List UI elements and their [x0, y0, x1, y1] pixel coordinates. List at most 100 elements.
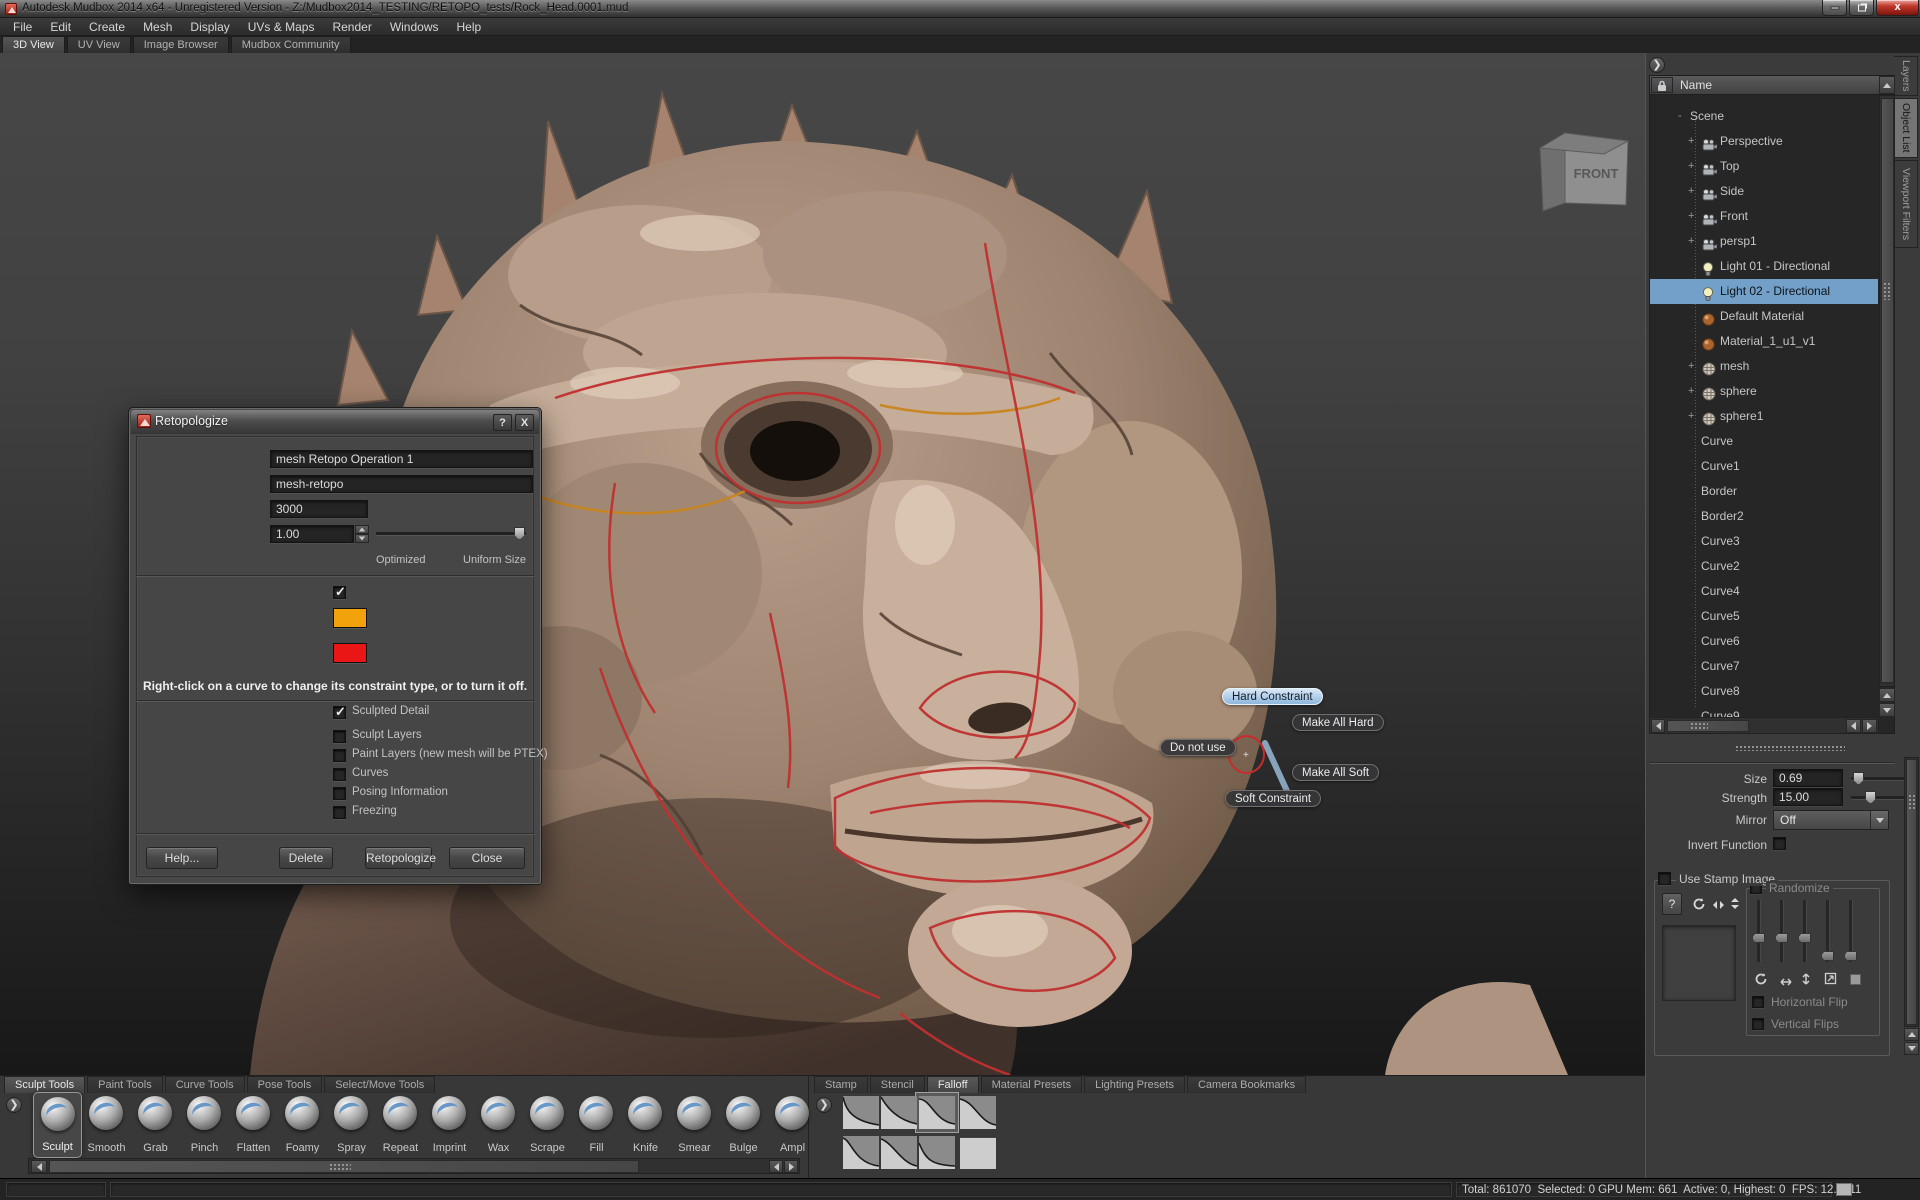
- properties-scrollbar[interactable]: [1904, 757, 1919, 1027]
- size-field[interactable]: 0.69: [1773, 769, 1843, 787]
- side-tab-viewport-filters[interactable]: Viewport Filters: [1894, 160, 1918, 248]
- tree-item-persp1[interactable]: +persp1: [1650, 229, 1878, 254]
- panel-drag-handle[interactable]: [1735, 745, 1845, 751]
- tray-tab-pose-tools[interactable]: Pose Tools: [247, 1076, 323, 1093]
- tool-repeat[interactable]: Repeat: [376, 1092, 425, 1158]
- tool-spray[interactable]: Spray: [327, 1092, 376, 1158]
- tree-item-sphere[interactable]: +sphere: [1650, 379, 1878, 404]
- tool-imprint[interactable]: Imprint: [425, 1092, 474, 1158]
- title-bar[interactable]: Autodesk Mudbox 2014 x64 - Unregistered …: [0, 0, 1920, 18]
- tree-item-light-01-directional[interactable]: Light 01 - Directional: [1650, 254, 1878, 279]
- tool-pinch[interactable]: Pinch: [180, 1092, 229, 1158]
- tree-horizontal-scrollbar[interactable]: [1649, 717, 1879, 734]
- invert-function-checkbox[interactable]: [1773, 837, 1786, 850]
- tray-tab-stamp[interactable]: Stamp: [814, 1076, 868, 1093]
- menu-windows[interactable]: Windows: [381, 18, 448, 36]
- tray-tab-lighting-presets[interactable]: Lighting Presets: [1084, 1076, 1185, 1093]
- face-uniformity-field[interactable]: 1.00: [270, 525, 354, 543]
- use-stamp-image-checkbox[interactable]: [1658, 872, 1671, 885]
- tree-scroll-left-button-2[interactable]: [1846, 719, 1861, 733]
- transfer-checkbox-sculpt-layers[interactable]: [333, 730, 346, 743]
- dialog-title-bar[interactable]: Retopologize ? X: [131, 410, 539, 434]
- tree-item-curve2[interactable]: Curve2: [1650, 554, 1878, 579]
- tool-wax[interactable]: Wax: [474, 1092, 523, 1158]
- tool-smear[interactable]: Smear: [670, 1092, 719, 1158]
- restore-button[interactable]: [1849, 0, 1874, 16]
- tray-tab-curve-tools[interactable]: Curve Tools: [165, 1076, 245, 1093]
- tree-item-light-02-directional[interactable]: Light 02 - Directional: [1650, 279, 1878, 304]
- soft-constraint-swatch[interactable]: [333, 608, 367, 628]
- tool-sculpt[interactable]: Sculpt: [33, 1092, 82, 1158]
- transfer-checkbox-paint-layers-new-mesh-will-be-ptex[interactable]: [333, 749, 346, 762]
- marking-menu-do-not-use[interactable]: Do not use: [1160, 739, 1236, 756]
- properties-scroll-up-button[interactable]: [1904, 1028, 1919, 1041]
- dialog-help-button[interactable]: ?: [493, 414, 512, 431]
- tool-flatten[interactable]: Flatten: [229, 1092, 278, 1158]
- tree-item-default-material[interactable]: Default Material: [1650, 304, 1878, 329]
- randomize-vertical-icon[interactable]: [1801, 971, 1811, 992]
- tray-tab-sculpt-tools[interactable]: Sculpt Tools: [4, 1076, 85, 1093]
- stamp-help-button[interactable]: ?: [1662, 893, 1682, 915]
- tool-ampl[interactable]: Ampl: [768, 1092, 817, 1158]
- transfer-checkbox-freezing[interactable]: [333, 806, 346, 819]
- randomize-scale-icon[interactable]: [1824, 972, 1837, 990]
- menu-help[interactable]: Help: [448, 18, 491, 36]
- face-uniformity-slider[interactable]: [376, 527, 526, 540]
- tree-scroll-down-button[interactable]: [1879, 703, 1895, 717]
- tree-item-perspective[interactable]: +Perspective: [1650, 129, 1878, 154]
- falloff-preset-soft-s[interactable]: [881, 1136, 917, 1174]
- tray-tab-select-move-tools[interactable]: Select/Move Tools: [324, 1076, 435, 1093]
- menu-render[interactable]: Render: [323, 18, 380, 36]
- tool-scroll-left-button[interactable]: [31, 1160, 47, 1173]
- expander-icon[interactable]: +: [1688, 379, 1694, 404]
- marking-menu-soft-constraint[interactable]: Soft Constraint: [1225, 790, 1321, 807]
- menu-edit[interactable]: Edit: [41, 18, 80, 36]
- tree-scroll-up-button-2[interactable]: [1879, 688, 1895, 702]
- side-tab-object-list[interactable]: Object List: [1894, 98, 1918, 158]
- expander-icon[interactable]: +: [1688, 129, 1694, 154]
- randomize-square-icon[interactable]: [1850, 974, 1861, 985]
- tray-tab-material-presets[interactable]: Material Presets: [981, 1076, 1082, 1093]
- retopologize-button[interactable]: Retopologize: [365, 847, 432, 869]
- falloff-preset-smooth-decay[interactable]: [881, 1096, 917, 1134]
- tool-foamy[interactable]: Foamy: [278, 1092, 327, 1158]
- tree-item-front[interactable]: +Front: [1650, 204, 1878, 229]
- lock-button[interactable]: [1651, 77, 1673, 93]
- tree-item-curve8[interactable]: Curve8: [1650, 679, 1878, 704]
- tab-image-browser[interactable]: Image Browser: [133, 36, 229, 53]
- sculpt-tray-expand-button[interactable]: ❯: [6, 1097, 22, 1113]
- mirror-dropdown[interactable]: Off: [1773, 810, 1889, 830]
- help-button[interactable]: Help...: [146, 847, 218, 869]
- face-uniformity-spinner[interactable]: [355, 525, 369, 543]
- falloff-preset-s-curve-wide[interactable]: [960, 1096, 996, 1134]
- menu-mesh[interactable]: Mesh: [134, 18, 181, 36]
- mirror-dropdown-arrow[interactable]: [1870, 811, 1888, 829]
- expander-icon[interactable]: +: [1688, 204, 1694, 229]
- tree-item-top[interactable]: +Top: [1650, 154, 1878, 179]
- transfer-checkbox-curves[interactable]: [333, 768, 346, 781]
- falloff-preset-late-decay[interactable]: [843, 1136, 879, 1174]
- marking-menu-hard-constraint[interactable]: Hard Constraint: [1222, 688, 1323, 705]
- menu-display[interactable]: Display: [181, 18, 238, 36]
- expander-icon[interactable]: +: [1688, 154, 1694, 179]
- falloff-preset-low-plateau[interactable]: [919, 1136, 955, 1174]
- tree-vertical-scrollbar[interactable]: [1879, 95, 1895, 687]
- spinner-down-button[interactable]: [355, 534, 369, 543]
- spinner-up-button[interactable]: [355, 525, 369, 534]
- tool-grab[interactable]: Grab: [131, 1092, 180, 1158]
- tree-item-sphere1[interactable]: +sphere1: [1650, 404, 1878, 429]
- tree-scroll-right-button[interactable]: [1862, 719, 1877, 733]
- side-tab-layers[interactable]: Layers: [1894, 56, 1918, 96]
- randomize-rotate-icon[interactable]: [1754, 972, 1768, 991]
- tool-scroll-right-button[interactable]: [784, 1160, 798, 1173]
- tree-item-curve6[interactable]: Curve6: [1650, 629, 1878, 654]
- close-button[interactable]: x: [1876, 0, 1919, 16]
- tree-item-curve[interactable]: Curve: [1650, 429, 1878, 454]
- tab-mudbox-community[interactable]: Mudbox Community: [231, 36, 351, 53]
- expander-icon[interactable]: +: [1688, 354, 1694, 379]
- tool-scrape[interactable]: Scrape: [523, 1092, 572, 1158]
- tray-tab-camera-bookmarks[interactable]: Camera Bookmarks: [1187, 1076, 1306, 1093]
- tree-item-border2[interactable]: Border2: [1650, 504, 1878, 529]
- view-cube[interactable]: FRONT: [1540, 133, 1628, 211]
- tree-item-curve5[interactable]: Curve5: [1650, 604, 1878, 629]
